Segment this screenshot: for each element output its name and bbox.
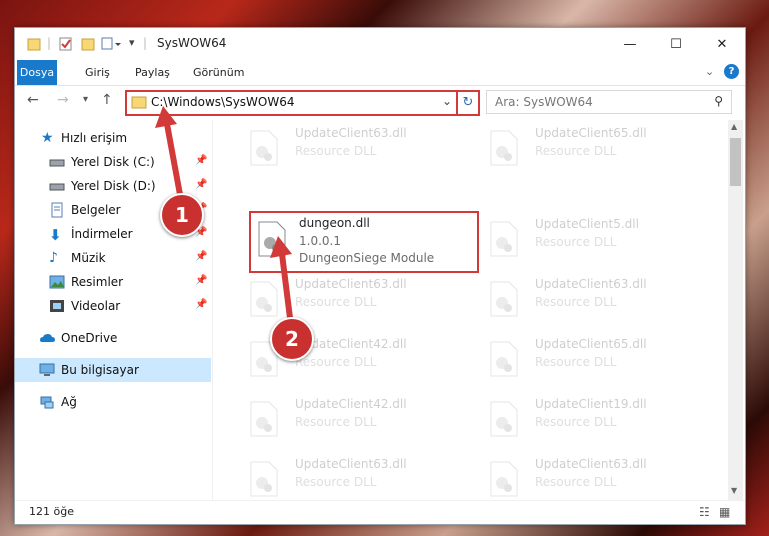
arrow-line (279, 253, 294, 327)
arrow-line (164, 123, 184, 201)
annotation-overlay (155, 106, 294, 327)
arrow-head (155, 106, 177, 128)
arrow-head (270, 236, 292, 258)
step-badge-1: 1 (160, 193, 204, 237)
step-badge-2: 2 (270, 317, 314, 361)
